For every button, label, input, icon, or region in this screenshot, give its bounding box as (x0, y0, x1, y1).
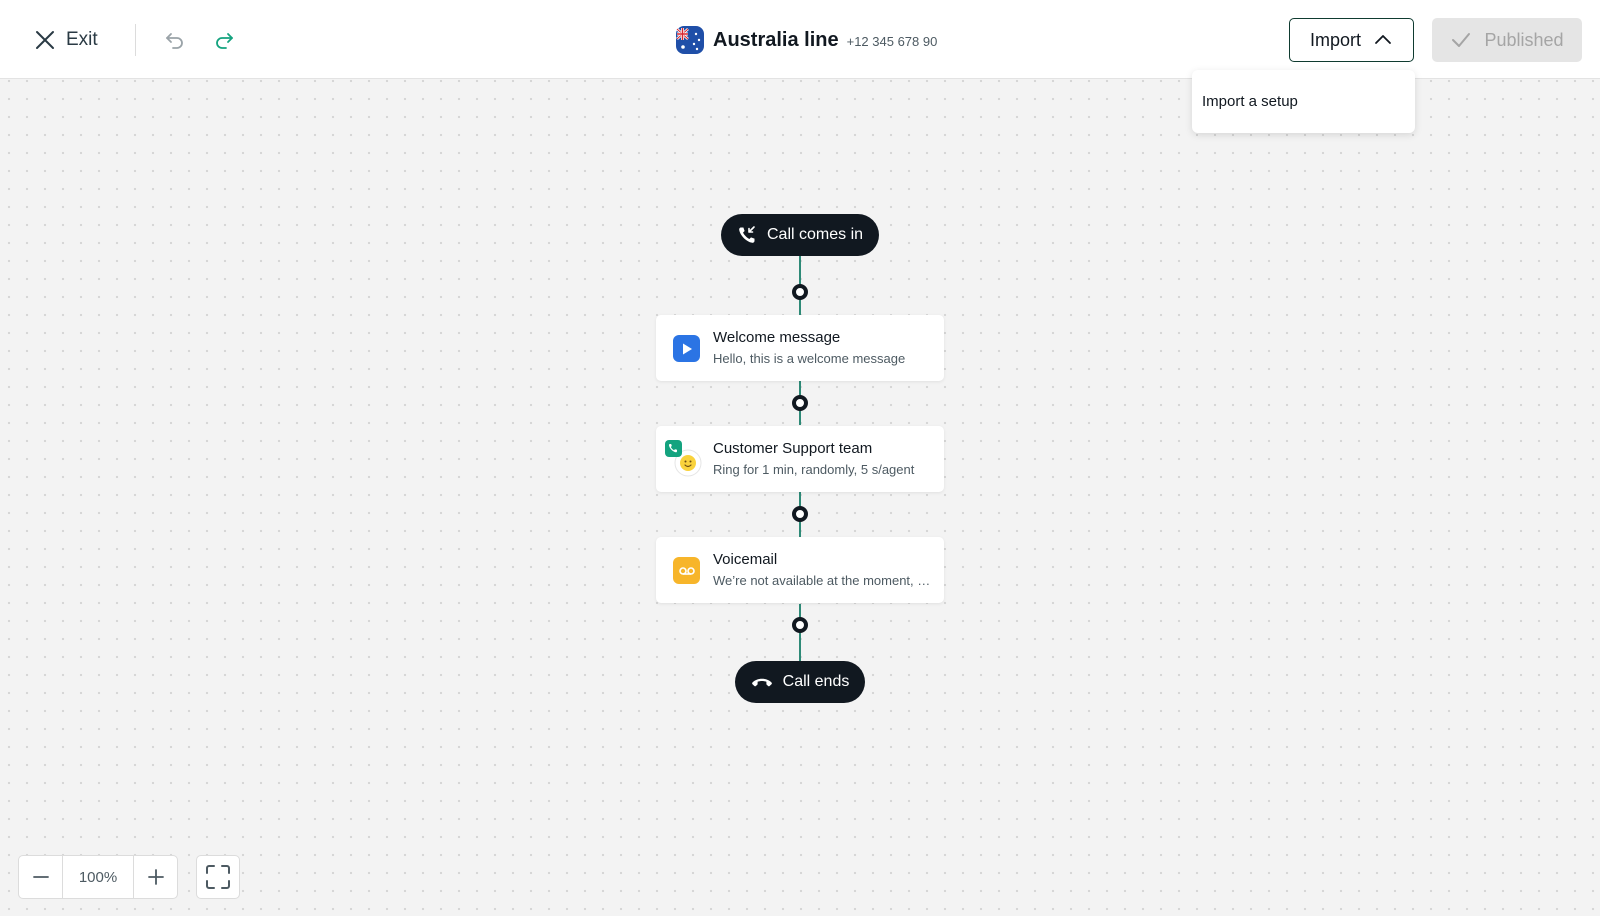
node-description: Hello, this is a welcome message (713, 351, 906, 366)
check-icon (1452, 33, 1471, 47)
published-button[interactable]: Published (1432, 18, 1582, 62)
menu-item-import-setup[interactable]: Import a setup (1202, 93, 1298, 110)
call-ends-node[interactable]: Call ends (735, 661, 865, 703)
fullscreen-icon (206, 865, 230, 889)
call-comes-in-label: Call comes in (766, 226, 864, 243)
incoming-call-icon (739, 226, 755, 243)
node-title: Welcome message (713, 329, 841, 346)
published-label: Published (1484, 29, 1564, 50)
import-button[interactable]: Import (1289, 18, 1414, 62)
add-step-button[interactable] (792, 395, 808, 411)
voicemail-node[interactable]: Voicemail We’re not available at the mom… (656, 537, 944, 603)
line-number: +12 345 678 90 (846, 34, 938, 49)
top-bar: Exit Australia line +12 345 678 90 Impor… (0, 0, 1600, 79)
node-description: We’re not available at the moment, pleas… (713, 573, 933, 588)
redo-button[interactable] (208, 24, 240, 56)
voicemail-icon (673, 557, 700, 584)
welcome-message-node[interactable]: Welcome message Hello, this is a welcome… (656, 315, 944, 381)
team-avatar-icon (664, 439, 704, 479)
node-description: Ring for 1 min, randomly, 5 s/agent (713, 462, 915, 477)
node-title: Voicemail (713, 551, 778, 568)
page-title: Australia line (713, 28, 839, 51)
hang-up-icon (751, 678, 772, 687)
call-ends-label: Call ends (782, 673, 850, 690)
line-title-group: Australia line +12 345 678 90 (675, 24, 937, 56)
zoom-out-button[interactable] (19, 856, 62, 898)
undo-button[interactable] (159, 24, 191, 56)
exit-label: Exit (66, 29, 98, 50)
play-icon (673, 335, 700, 362)
add-step-button[interactable] (792, 617, 808, 633)
exit-button[interactable]: Exit (34, 22, 98, 58)
zoom-in-button[interactable] (134, 856, 177, 898)
customer-support-team-node[interactable]: Customer Support team Ring for 1 min, ra… (656, 426, 944, 492)
call-comes-in-node[interactable]: Call comes in (721, 214, 879, 256)
add-step-button[interactable] (792, 506, 808, 522)
zoom-controls: 100% (18, 855, 178, 899)
add-step-button[interactable] (792, 284, 808, 300)
chevron-up-icon (1375, 35, 1391, 44)
plus-icon (147, 869, 164, 885)
undo-icon (166, 33, 183, 49)
node-title: Customer Support team (713, 440, 873, 457)
zoom-level: 100% (62, 856, 134, 898)
import-dropdown-menu: Import a setup (1192, 70, 1415, 133)
redo-icon (216, 33, 233, 49)
toolbar-divider (135, 24, 136, 56)
import-label: Import (1309, 29, 1361, 50)
fit-to-screen-button[interactable] (196, 855, 240, 899)
australia-flag-icon (676, 26, 704, 54)
close-icon (36, 31, 54, 49)
minus-icon (32, 876, 49, 878)
